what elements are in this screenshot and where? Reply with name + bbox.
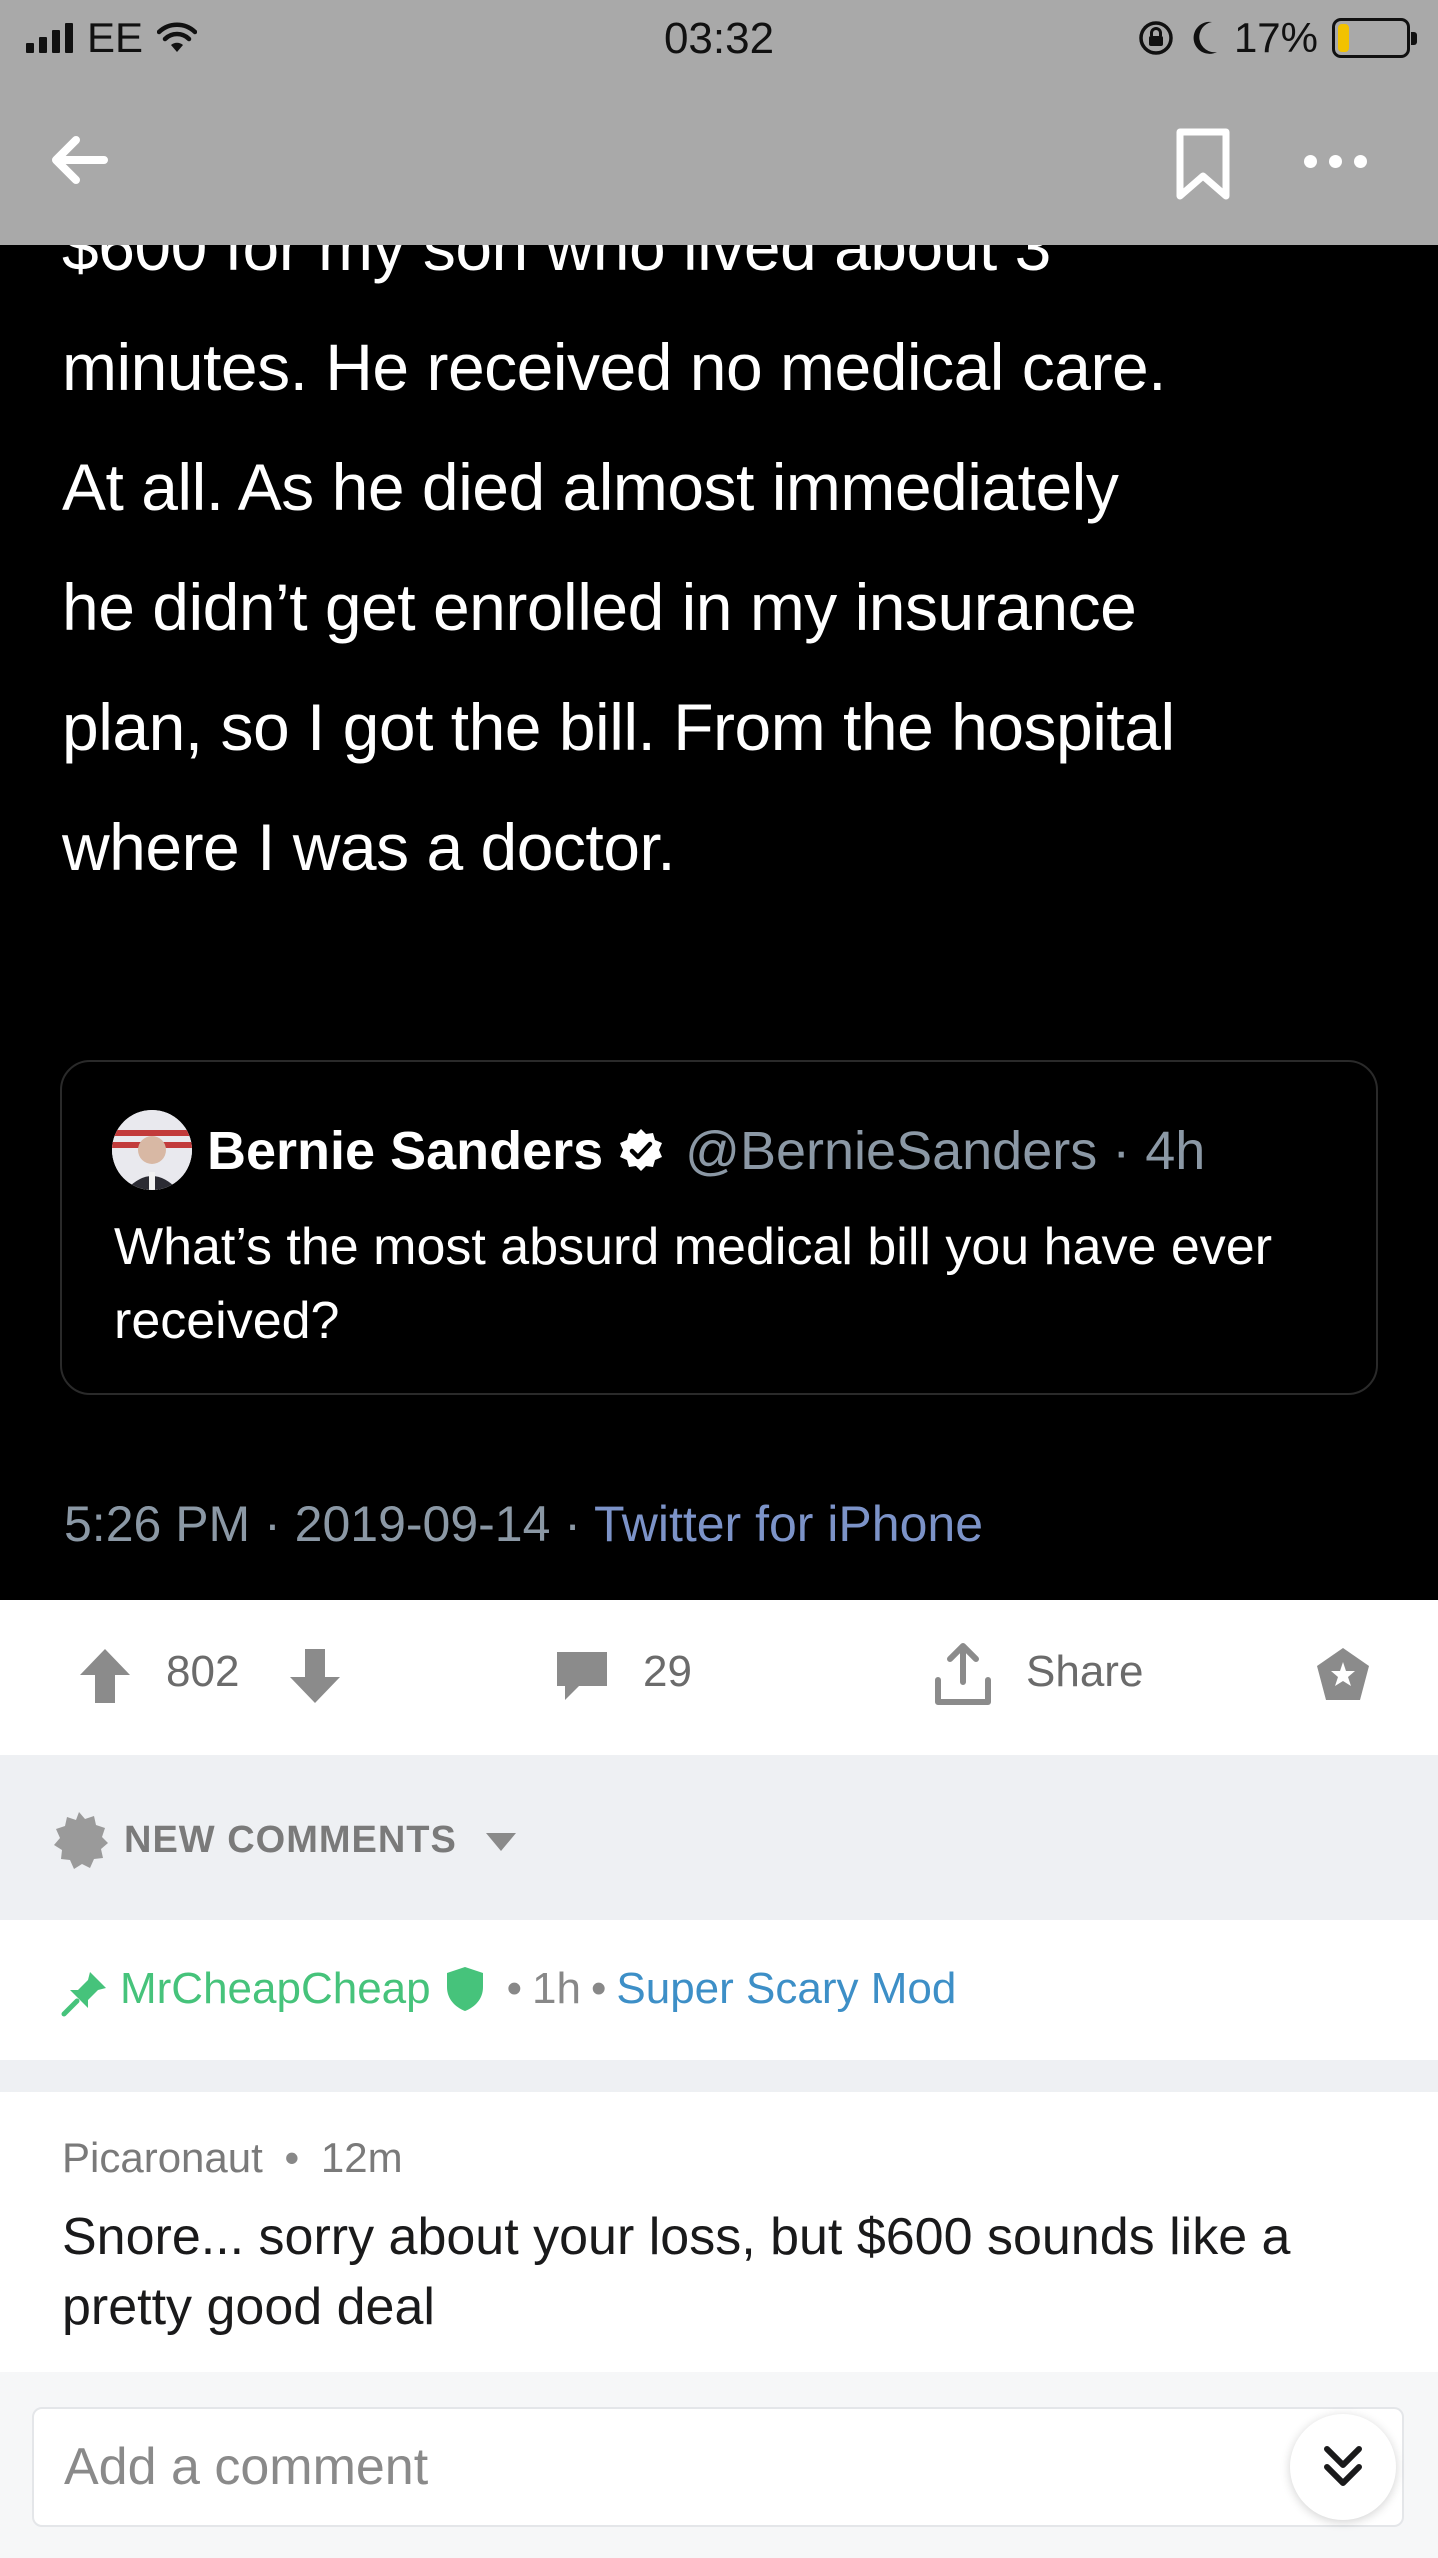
comment-age: 1h — [532, 1964, 581, 2013]
comment-age: 12m — [320, 2134, 403, 2181]
tweet-datetime: 5:26 PM · 2019-09-14 · — [64, 1496, 594, 1552]
comment-body: Snore... sorry about your loss, but $600… — [62, 2208, 1291, 2336]
quoted-tweet-header: Bernie Sanders @BernieSanders · 4h — [207, 1120, 1205, 1182]
quoted-handle-time: @BernieSanders · 4h — [685, 1121, 1206, 1181]
tweet-body: $600 for my son who lived about 3 minute… — [62, 245, 1392, 907]
award-icon[interactable] — [1310, 1644, 1376, 1706]
quoted-author-name: Bernie Sanders — [207, 1121, 604, 1181]
quoted-tweet-text: What’s the most absurd medical bill you … — [114, 1218, 1273, 1350]
user-flair: Super Scary Mod — [616, 1964, 957, 2013]
bookmark-icon[interactable] — [1172, 126, 1234, 202]
tweet-screenshot: $600 for my son who lived about 3 minute… — [0, 245, 1438, 1600]
comment-sort-bar[interactable]: NEW COMMENTS — [0, 1755, 1438, 1920]
pinned-comment[interactable]: MrCheapCheap • 1h • Super Scary Mod — [0, 1920, 1438, 2060]
battery-percent: 17% — [1233, 14, 1318, 61]
upvote-icon[interactable] — [76, 1645, 134, 1707]
nav-bar — [0, 80, 1438, 245]
double-chevron-down-icon — [1324, 2446, 1362, 2486]
status-bar: EE 03:32 17% — [0, 0, 1438, 80]
jump-to-next-button[interactable] — [1290, 2414, 1396, 2520]
moderator-shield-icon — [446, 1967, 483, 2011]
pin-icon — [61, 1972, 106, 2017]
comment-username[interactable]: Picaronaut — [62, 2134, 263, 2181]
separator-dot: • — [284, 2134, 300, 2181]
tweet-client: Twitter for iPhone — [593, 1496, 983, 1552]
tweet-line: where I was a doctor. — [62, 810, 676, 884]
mod-username[interactable]: MrCheapCheap — [120, 1964, 431, 2014]
pinned-comment-meta: MrCheapCheap • 1h • Super Scary Mod — [120, 1964, 956, 2014]
share-icon[interactable] — [932, 1642, 994, 1708]
comment-count[interactable]: 29 — [643, 1647, 692, 1697]
moon-icon — [1193, 21, 1217, 54]
battery-fill — [1338, 24, 1350, 52]
avatar — [112, 1110, 192, 1190]
comment-composer — [0, 2372, 1438, 2558]
comment[interactable]: Picaronaut • 12m Snore... sorry about yo… — [0, 2092, 1438, 2372]
sort-badge-icon — [54, 1812, 108, 1869]
comment-icon[interactable] — [553, 1648, 611, 1704]
separator-dot: • — [590, 1964, 607, 2013]
battery-icon — [1332, 18, 1417, 58]
quoted-tweet: Bernie Sanders @BernieSanders · 4h What’… — [60, 1060, 1378, 1395]
add-comment-input[interactable] — [32, 2407, 1404, 2527]
back-arrow-icon[interactable] — [40, 120, 120, 200]
verified-badge-icon — [620, 1129, 663, 1171]
tweet-line: plan, so I got the bill. From the hospit… — [62, 690, 1175, 764]
rotation-lock-icon — [1139, 21, 1173, 55]
post-action-bar: 802 29 Share — [0, 1600, 1438, 1755]
status-bar-right: 17% — [1136, 14, 1417, 62]
divider — [0, 2060, 1438, 2092]
post-score: 802 — [166, 1647, 240, 1696]
tweet-line: At all. As he died almost immediately — [62, 450, 1119, 524]
share-button[interactable]: Share — [1026, 1647, 1143, 1697]
sort-label[interactable]: NEW COMMENTS — [124, 1819, 457, 1862]
tweet-meta: 5:26 PM · 2019-09-14 · Twitter for iPhon… — [64, 1495, 983, 1553]
separator-dot: • — [506, 1964, 523, 2013]
comment-meta: Picaronaut • 12m — [62, 2134, 403, 2182]
more-options-icon[interactable] — [1290, 146, 1380, 176]
tweet-line: he didn’t get enrolled in my insurance — [62, 570, 1137, 644]
tweet-line: $600 for my son who lived about 3 — [62, 245, 1051, 284]
tweet-line: minutes. He received no medical care. — [62, 330, 1167, 404]
chevron-down-icon[interactable] — [484, 1831, 518, 1853]
downvote-icon[interactable] — [286, 1645, 344, 1707]
